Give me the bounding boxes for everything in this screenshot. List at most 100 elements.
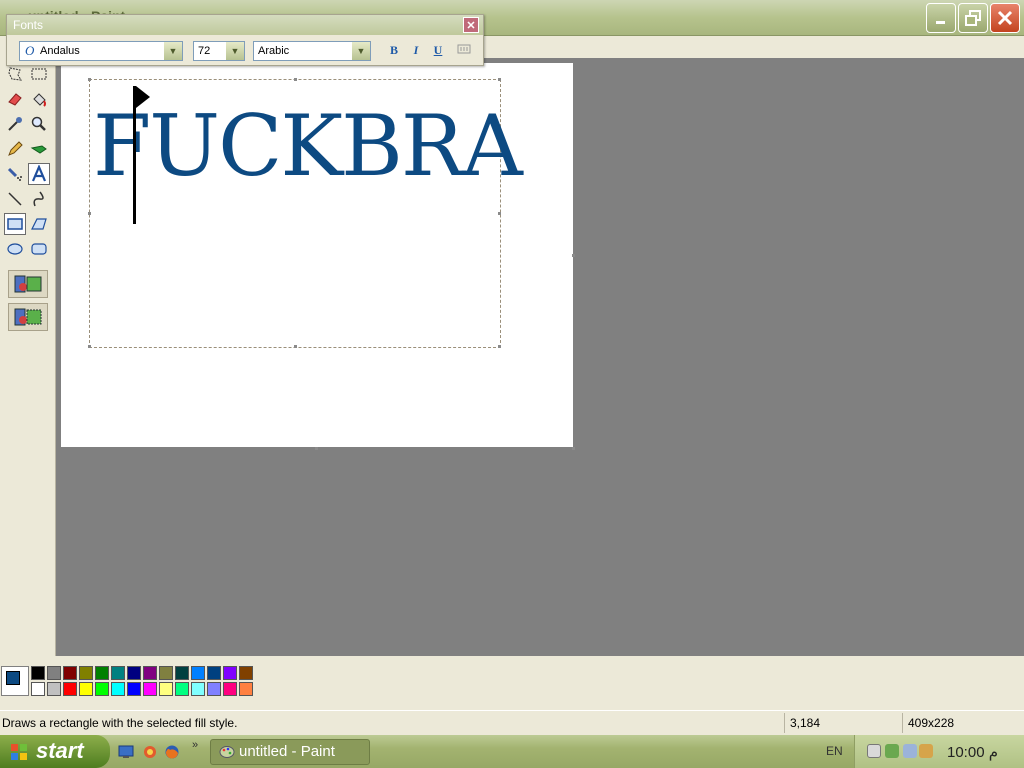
messenger-icon[interactable] <box>867 744 881 758</box>
palette-color-swatch[interactable] <box>239 682 253 696</box>
font-name-select[interactable]: O Andalus ▼ <box>19 41 183 61</box>
canvas-resize-handle[interactable] <box>572 447 575 450</box>
tools-icon[interactable] <box>919 744 933 758</box>
resize-handle[interactable] <box>498 345 501 348</box>
palette-color-swatch[interactable] <box>207 682 221 696</box>
polygon-tool[interactable] <box>28 213 50 235</box>
palette-color-swatch[interactable] <box>111 666 125 680</box>
palette-color-swatch[interactable] <box>175 682 189 696</box>
clock: 10:00 م <box>947 743 998 761</box>
palette-color-swatch[interactable] <box>111 682 125 696</box>
palette-color-swatch[interactable] <box>191 682 205 696</box>
close-button[interactable] <box>990 3 1020 33</box>
palette-color-swatch[interactable] <box>31 666 45 680</box>
more-quick-launch-icon[interactable]: » <box>192 739 198 751</box>
palette-color-swatch[interactable] <box>127 666 141 680</box>
palette-color-swatch[interactable] <box>63 682 77 696</box>
start-button[interactable]: start <box>0 735 110 768</box>
palette-color-swatch[interactable] <box>223 666 237 680</box>
palette-color-swatch[interactable] <box>223 682 237 696</box>
resize-handle[interactable] <box>88 345 91 348</box>
eyedropper-icon <box>8 117 22 131</box>
canvas-resize-handle[interactable] <box>572 254 575 257</box>
palette-color-swatch[interactable] <box>63 666 77 680</box>
palette-color-swatch[interactable] <box>79 682 93 696</box>
palette-color-swatch[interactable] <box>143 682 157 696</box>
free-form-select-tool[interactable] <box>4 63 26 85</box>
chevron-down-icon[interactable]: ▼ <box>352 42 370 60</box>
resize-handle[interactable] <box>498 78 501 81</box>
brush-tool[interactable] <box>28 138 50 160</box>
network-icon[interactable] <box>885 744 899 758</box>
font-size-select[interactable]: 72 ▼ <box>193 41 245 61</box>
vertical-text-button[interactable] <box>455 43 473 59</box>
line-tool[interactable] <box>4 188 26 210</box>
resize-handle[interactable] <box>88 78 91 81</box>
language-indicator[interactable]: EN <box>826 744 843 758</box>
curve-tool[interactable] <box>28 188 50 210</box>
ellipse-tool[interactable] <box>4 238 26 260</box>
canvas-text: FUCKBRA <box>93 97 523 195</box>
clock-time: 10:00 <box>947 744 985 761</box>
fonts-close-button[interactable]: ✕ <box>463 17 479 33</box>
text-tool[interactable] <box>28 163 50 185</box>
canvas-area: FUCKBRA <box>57 58 1024 656</box>
pencil-icon <box>8 141 23 156</box>
rectangle-tool[interactable] <box>4 213 26 235</box>
palette-color-swatch[interactable] <box>175 666 189 680</box>
palette-color-swatch[interactable] <box>79 666 93 680</box>
palette-color-swatch[interactable] <box>95 682 109 696</box>
palette-color-swatch[interactable] <box>159 682 173 696</box>
select-tool[interactable] <box>28 63 50 85</box>
palette-color-swatch[interactable] <box>143 666 157 680</box>
fill-tool[interactable] <box>28 88 50 110</box>
restore-button[interactable] <box>958 3 988 33</box>
internet-explorer-icon[interactable] <box>142 744 158 760</box>
palette-color-swatch[interactable] <box>47 682 61 696</box>
eraser-icon <box>8 93 22 106</box>
free-form-select-icon <box>8 67 22 81</box>
fonts-toolbar[interactable]: Fonts ✕ O Andalus ▼ 72 ▼ Arabic ▼ B I U <box>6 14 484 66</box>
airbrush-tool[interactable] <box>4 163 26 185</box>
font-script-select[interactable]: Arabic ▼ <box>253 41 371 61</box>
pick-color-tool[interactable] <box>4 113 26 135</box>
foreground-color-swatch <box>6 671 20 685</box>
firefox-icon[interactable] <box>164 744 180 760</box>
underline-button[interactable]: U <box>429 43 447 59</box>
transparent-option[interactable] <box>8 303 48 331</box>
chevron-down-icon[interactable]: ▼ <box>226 42 244 60</box>
opaque-option[interactable] <box>8 270 48 298</box>
fonts-toolbar-title: Fonts <box>13 18 44 32</box>
resize-handle[interactable] <box>498 212 501 215</box>
current-colors-indicator[interactable] <box>1 666 29 696</box>
resize-handle[interactable] <box>294 78 297 81</box>
canvas-resize-handle[interactable] <box>315 447 318 450</box>
pencil-tool[interactable] <box>4 138 26 160</box>
palette-color-swatch[interactable] <box>191 666 205 680</box>
resize-handle[interactable] <box>294 345 297 348</box>
palette-color-swatch[interactable] <box>31 682 45 696</box>
safely-remove-hardware-icon[interactable] <box>903 744 917 758</box>
show-desktop-icon[interactable] <box>118 744 134 760</box>
drawing-canvas[interactable]: FUCKBRA <box>61 63 573 447</box>
magnifier-tool[interactable] <box>28 113 50 135</box>
resize-handle[interactable] <box>88 212 91 215</box>
palette-color-swatch[interactable] <box>207 666 221 680</box>
taskbar-button-paint[interactable]: untitled - Paint <box>210 739 370 765</box>
rounded-rectangle-tool[interactable] <box>28 238 50 260</box>
minimize-button[interactable] <box>926 3 956 33</box>
italic-button[interactable]: I <box>407 43 425 59</box>
bold-button[interactable]: B <box>385 43 403 59</box>
polygon-icon <box>31 218 47 230</box>
close-icon <box>997 10 1013 26</box>
chevron-down-icon[interactable]: ▼ <box>164 42 182 60</box>
text-selection-box[interactable]: FUCKBRA <box>88 78 523 348</box>
palette-color-swatch[interactable] <box>95 666 109 680</box>
palette-color-swatch[interactable] <box>47 666 61 680</box>
fonts-toolbar-title-bar[interactable]: Fonts ✕ <box>7 15 483 35</box>
palette-color-swatch[interactable] <box>127 682 141 696</box>
palette-color-swatch[interactable] <box>239 666 253 680</box>
palette-color-swatch[interactable] <box>159 666 173 680</box>
minimize-icon <box>936 21 945 24</box>
eraser-tool[interactable] <box>4 88 26 110</box>
